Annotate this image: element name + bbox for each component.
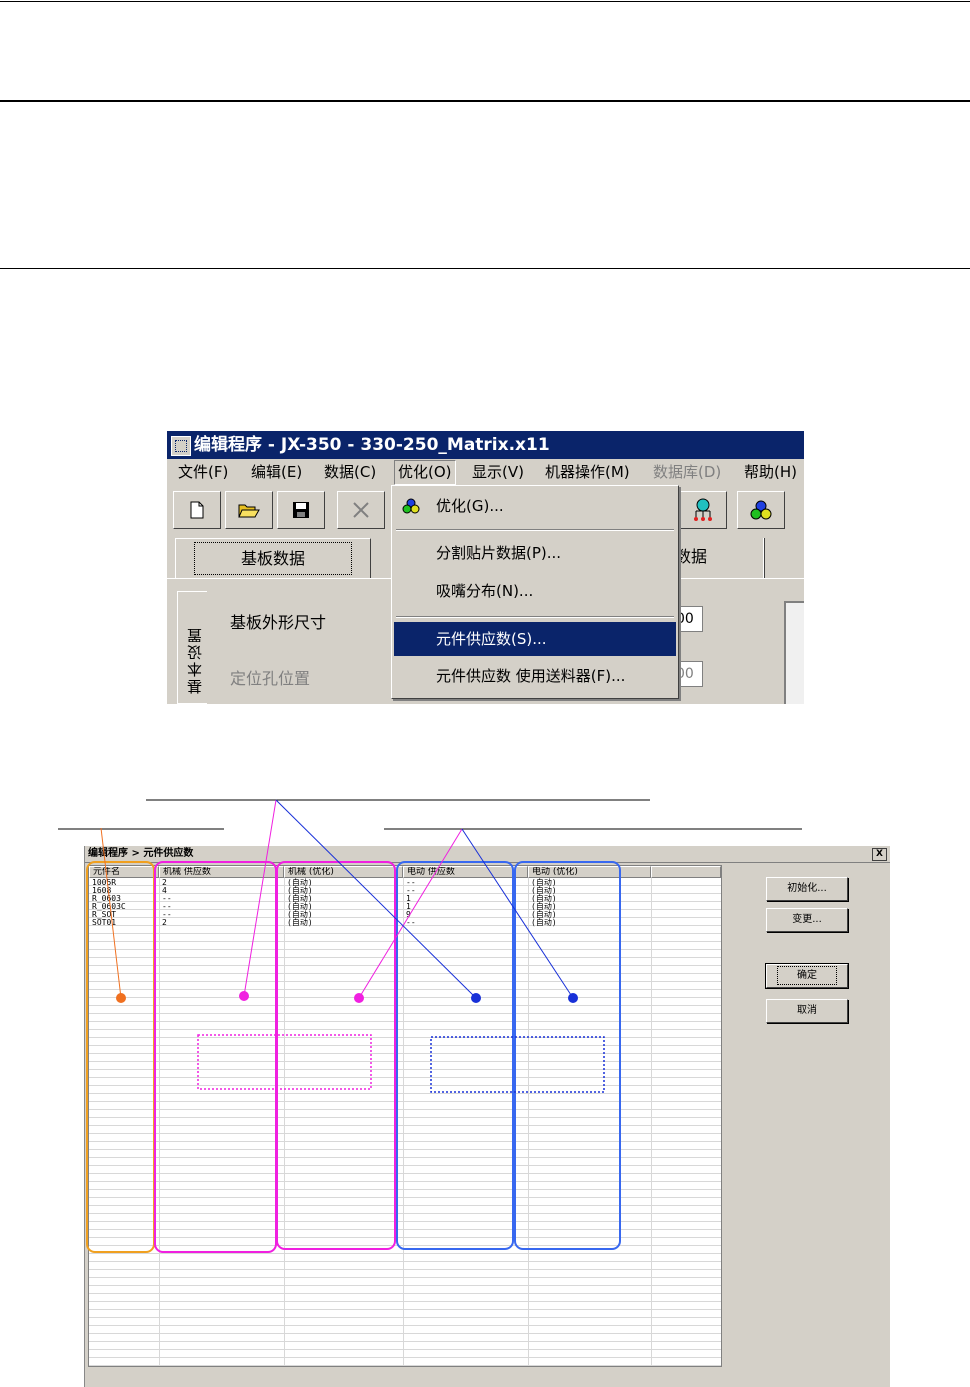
optimize-menu-screenshot: 编辑程序 - JX-350 - 330-250_Matrix.x11 文件(F)… <box>167 431 804 704</box>
col-divider <box>528 878 529 1366</box>
menu-bar: 文件(F) 编辑(E) 数据(C) 优化(O) 显示(V) 机器操作(M) 数据… <box>167 459 804 485</box>
change-button[interactable]: 变更... <box>766 908 848 932</box>
col-divider <box>284 878 285 1366</box>
table-cell[interactable]: -- <box>406 919 416 927</box>
menu-machine[interactable]: 机器操作(M) <box>545 459 630 485</box>
section-rule-1 <box>0 100 970 102</box>
board-preview <box>784 601 804 704</box>
col-divider <box>651 878 652 1366</box>
menu-optimize[interactable]: 优化(O) <box>394 460 456 485</box>
col-header-mech-optimize[interactable]: 机械 (优化) <box>284 866 403 878</box>
menu-file[interactable]: 文件(F) <box>178 459 228 485</box>
menu-help[interactable]: 帮助(H) <box>744 459 797 485</box>
supply-table[interactable]: 元件名 机械 供应数 机械 (优化) 电动 供应数 电动 (优化) 1005R 2… <box>88 865 722 1367</box>
window-title: 编辑程序 - JX-350 - 330-250_Matrix.x11 <box>194 435 550 455</box>
menu-data[interactable]: 数据(C) <box>324 459 376 485</box>
board-size-label: 基板外形尺寸 <box>230 613 327 632</box>
menu-item-nozzle-distribution[interactable]: 吸嘴分布(N)... <box>394 574 676 608</box>
table-cell[interactable]: (自动) <box>531 919 557 927</box>
col-divider <box>159 878 160 1366</box>
nozzle-button[interactable] <box>679 491 727 529</box>
app-icon <box>171 436 191 456</box>
side-tab-basic-settings[interactable]: 基本设置 <box>177 591 207 704</box>
ok-button[interactable]: 确定 <box>765 963 849 989</box>
menu-edit[interactable]: 编辑(E) <box>251 459 302 485</box>
tab-divider <box>763 538 765 578</box>
cancel-button[interactable]: 取消 <box>766 999 848 1023</box>
dialog-title-bar: 编辑程序 > 元件供应数 X <box>85 846 890 863</box>
delete-icon <box>353 502 369 518</box>
new-file-button[interactable] <box>173 491 221 529</box>
component-supply-dialog: 编辑程序 > 元件供应数 X 元件名 机械 供应数 机械 (优化) 电动 供应数… <box>84 846 890 1387</box>
menu-separator <box>396 529 674 531</box>
menu-separator <box>396 616 674 618</box>
col-header-elec-optimize[interactable]: 电动 (优化) <box>528 866 651 878</box>
locate-hole-label: 定位孔位置 <box>230 669 311 688</box>
col-header-elec-supply[interactable]: 电动 供应数 <box>403 866 528 878</box>
menu-database[interactable]: 数据库(D) <box>653 459 721 485</box>
col-divider <box>403 878 404 1366</box>
section-rule-2 <box>0 268 970 269</box>
table-cell[interactable]: 2 <box>162 919 167 927</box>
close-button[interactable]: X <box>872 848 887 861</box>
menu-item-component-supply[interactable]: 元件供应数(S)... <box>394 622 676 656</box>
delete-button[interactable] <box>337 491 385 529</box>
window-title-bar: 编辑程序 - JX-350 - 330-250_Matrix.x11 <box>167 431 804 459</box>
col-header-blank[interactable] <box>651 866 721 878</box>
dialog-title: 编辑程序 > 元件供应数 <box>88 848 194 859</box>
col-header-part-name[interactable]: 元件名 <box>89 866 159 878</box>
menu-item-optimize[interactable]: 优化(G)... <box>394 489 676 523</box>
table-cell[interactable]: (自动) <box>287 919 313 927</box>
open-button[interactable] <box>225 491 273 529</box>
nozzle-icon <box>694 498 712 521</box>
menu-view[interactable]: 显示(V) <box>472 459 524 485</box>
optimize-toolbar-button[interactable] <box>737 491 785 529</box>
save-icon <box>293 502 309 518</box>
col-header-mech-supply[interactable]: 机械 供应数 <box>159 866 284 878</box>
tab-data-partial[interactable]: 数据 <box>675 543 707 567</box>
tab-board-data[interactable]: 基板数据 <box>175 538 371 578</box>
optimize-icon <box>402 498 420 514</box>
optimize-icon <box>750 500 772 520</box>
save-button[interactable] <box>277 491 325 529</box>
menu-item-component-supply-feeder[interactable]: 元件供应数 使用送料器(F)... <box>394 659 676 693</box>
optimize-dropdown-menu: 优化(G)... 分割贴片数据(P)... 吸嘴分布(N)... 元件供应数(S… <box>391 485 679 699</box>
top-rule <box>0 1 970 2</box>
menu-item-split-data[interactable]: 分割贴片数据(P)... <box>394 536 676 570</box>
table-cell[interactable]: SOT01 <box>92 919 116 927</box>
new-file-icon <box>190 501 204 519</box>
open-folder-icon <box>238 504 260 518</box>
initialize-button[interactable]: 初始化... <box>766 877 848 901</box>
